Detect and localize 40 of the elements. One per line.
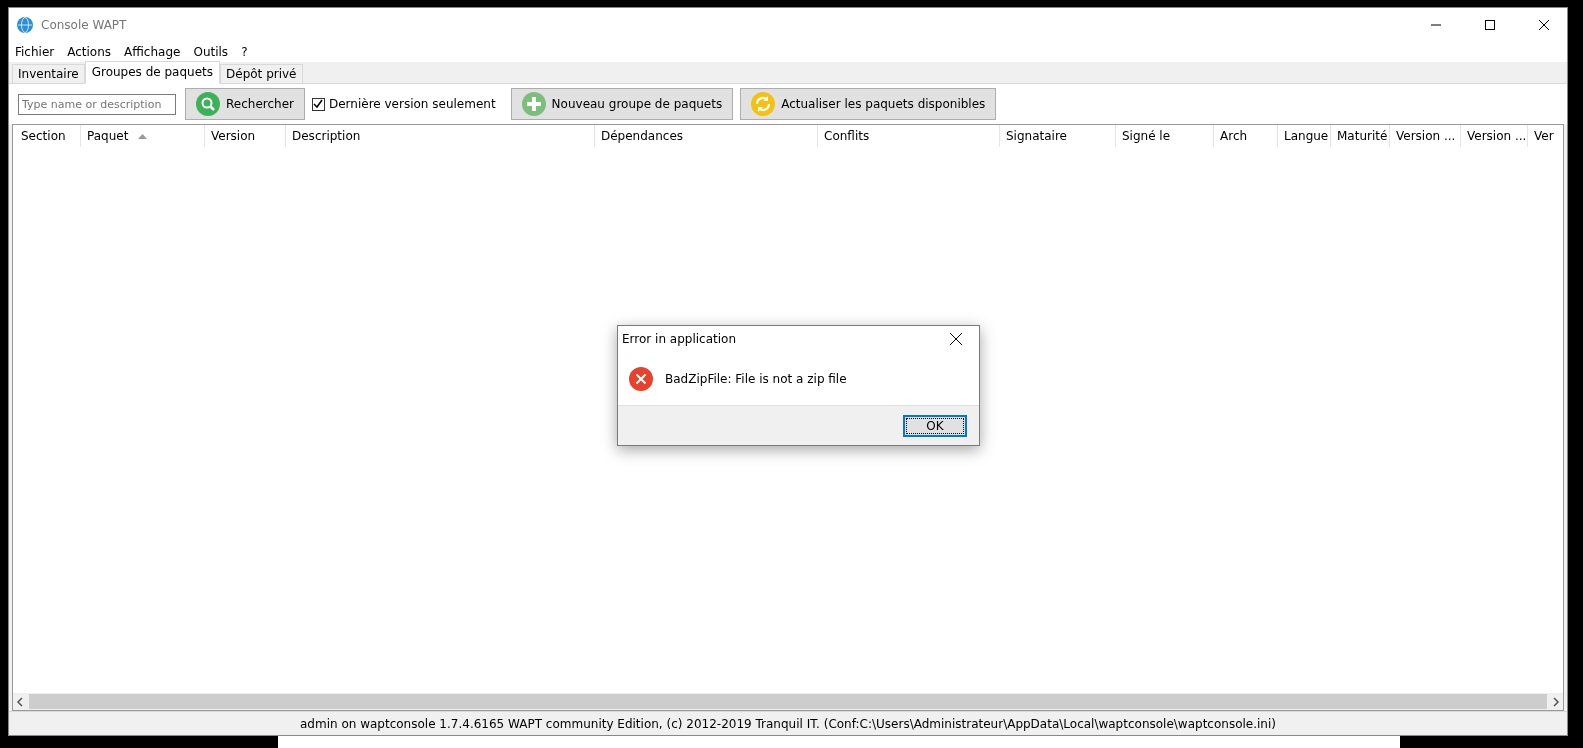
column-header[interactable]: Description: [286, 125, 595, 147]
latest-version-checkbox[interactable]: Dernière version seulement: [311, 97, 496, 111]
search-icon: [196, 92, 220, 116]
column-header[interactable]: Signé le: [1116, 125, 1214, 147]
column-header[interactable]: Section: [15, 125, 81, 147]
tab[interactable]: Groupes de paquets: [84, 61, 221, 84]
error-message: BadZipFile: File is not a zip file: [665, 371, 847, 386]
column-header[interactable]: Langue: [1278, 125, 1331, 147]
menu-item[interactable]: ?: [241, 45, 248, 59]
menu-item[interactable]: Fichier: [15, 45, 55, 59]
column-header[interactable]: Arch: [1214, 125, 1278, 147]
column-header[interactable]: Ver: [1528, 125, 1563, 147]
tab[interactable]: Inventaire: [12, 64, 85, 83]
window-title: Console WAPT: [41, 18, 128, 32]
status-bar: admin on waptconsole 1.7.4.6165 WAPT community Edition, (c) 2012-2019 Tranquil IT. (Conf:C:\Users\Administrateur\AppData\Local\waptconsole\waptconsole.ini): [9, 711, 1567, 735]
column-header[interactable]: Version: [205, 125, 286, 147]
column-header[interactable]: Dépendances: [595, 125, 818, 147]
column-header[interactable]: Conflits: [818, 125, 1000, 147]
refresh-icon: [751, 92, 776, 116]
column-header[interactable]: Version ...: [1390, 125, 1461, 147]
search-button[interactable]: Rechercher: [185, 88, 305, 120]
checkmark-icon: [313, 99, 324, 109]
tab[interactable]: Dépôt privé: [220, 64, 303, 83]
globe-icon: [17, 17, 33, 33]
column-header[interactable]: Version ...: [1461, 125, 1528, 147]
column-header[interactable]: Maturité: [1331, 125, 1390, 147]
sort-arrow-icon: [138, 133, 148, 139]
menu-item[interactable]: Outils: [193, 45, 229, 59]
column-header[interactable]: Signataire: [1000, 125, 1116, 147]
menu-item[interactable]: Affichage: [124, 45, 181, 59]
horizontal-scrollbar[interactable]: [13, 693, 1563, 710]
plus-icon: [521, 92, 546, 116]
menu-item[interactable]: Actions: [67, 45, 112, 59]
column-header[interactable]: Paquet: [81, 125, 205, 147]
refresh-button[interactable]: Actualiser les paquets disponibles: [740, 88, 997, 120]
error-icon: [629, 366, 653, 391]
ok-button[interactable]: OK: [903, 414, 967, 437]
new-group-button[interactable]: Nouveau groupe de paquets: [510, 88, 734, 120]
search-field[interactable]: Type name or description: [18, 93, 176, 115]
dialog-title: Error in application: [622, 332, 736, 346]
